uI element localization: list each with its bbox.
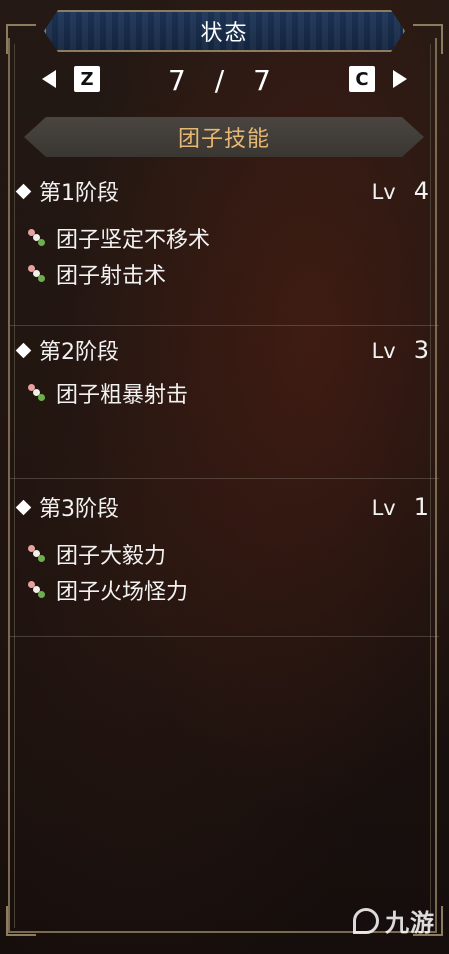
page-title: 状态 [200,21,249,46]
dango-icon [28,581,46,599]
brand-logo-icon [353,907,379,934]
skill-name: 团子坚定不移术 [56,228,211,253]
diamond-bullet-icon [15,342,32,358]
stage-label-group: 第1阶段 [14,175,119,207]
dango-icon [28,545,46,563]
page-navigator: Z 7 / 7 C [40,64,409,97]
stage-label: 第1阶段 [39,181,119,206]
stage-label-group: 第3阶段 [14,491,119,523]
status-panel: 状态 Z 7 / 7 C 团子技能 第1阶段 Lv 4 团子坚定不移术 团子射击… [0,0,449,954]
stage-divider [10,478,439,479]
dango-icon [28,384,46,402]
watermark-text: 九游 [385,909,435,937]
next-page-key[interactable]: C [349,66,375,92]
stage-3: 第3阶段 Lv 1 团子大毅力 团子火场怪力 [14,490,429,608]
diamond-bullet-icon [15,499,32,515]
diamond-bullet-icon [15,183,32,199]
stage-label-group: 第2阶段 [14,334,119,366]
skill-item[interactable]: 团子火场怪力 [14,572,429,608]
stage-row: 第2阶段 Lv 3 [14,333,429,367]
level-value: 3 [413,336,429,364]
level-label: Lv [371,339,396,363]
corner-ornament-bottom-left [6,906,36,936]
corner-ornament-top-right [413,24,443,54]
stage-level: Lv 4 [372,177,429,205]
dango-icon [28,229,46,247]
level-label: Lv [371,180,396,204]
page-separator: / [214,64,235,97]
stage-1: 第1阶段 Lv 4 团子坚定不移术 团子射击术 [14,174,429,292]
stage-level: Lv 1 [372,493,429,521]
level-label: Lv [371,496,396,520]
section-header: 团子技能 [24,117,424,157]
skill-item[interactable]: 团子大毅力 [14,536,429,572]
level-value: 1 [413,493,429,521]
skill-item[interactable]: 团子粗暴射击 [14,375,429,411]
stage-label: 第2阶段 [39,340,119,365]
skill-name: 团子大毅力 [56,544,167,569]
section-title: 团子技能 [177,127,270,152]
stage-label: 第3阶段 [39,497,119,522]
dango-icon [28,265,46,283]
skill-item[interactable]: 团子射击术 [14,256,429,292]
watermark: 九游 [353,903,435,938]
stage-row: 第1阶段 Lv 4 [14,174,429,208]
stage-divider [10,636,439,637]
skill-name: 团子射击术 [56,264,167,289]
stage-row: 第3阶段 Lv 1 [14,490,429,524]
next-page-arrow-icon[interactable] [393,70,407,88]
level-value: 4 [413,177,429,205]
stage-divider [10,325,439,326]
skill-name: 团子粗暴射击 [56,383,189,408]
stage-level: Lv 3 [372,336,429,364]
corner-ornament-top-left [6,24,36,54]
skill-name: 团子火场怪力 [56,580,189,605]
total-pages: 7 [253,64,281,97]
skill-item[interactable]: 团子坚定不移术 [14,220,429,256]
title-bar: 状态 [44,10,405,52]
current-page: 7 [168,64,196,97]
stage-2: 第2阶段 Lv 3 团子粗暴射击 [14,333,429,411]
